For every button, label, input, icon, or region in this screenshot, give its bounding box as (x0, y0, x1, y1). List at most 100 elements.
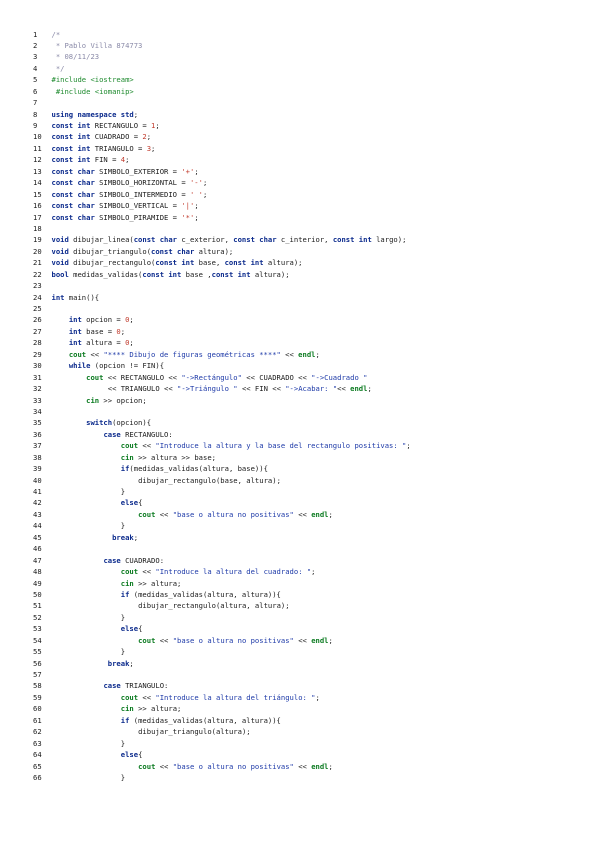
code-token: const char (51, 189, 95, 199)
code-line: 20 void dibujar_triangulo(const char altu… (33, 246, 411, 257)
code-token: '*' (181, 212, 195, 222)
code-token: (opcion){ (112, 418, 152, 428)
line-number: 56 (33, 658, 42, 668)
code-text: if(medidas_validas(altura, base)){ (52, 463, 268, 474)
line-number: 7 (33, 98, 38, 108)
code-token: ; (129, 315, 134, 325)
code-line: 58 case TRIANGULO: (33, 680, 411, 691)
code-token: << (138, 692, 156, 702)
code-token: '|' (181, 201, 195, 211)
code-line: 10 const int CUADRADO = 2; (33, 131, 411, 142)
code-token: const int (224, 258, 264, 268)
code-token: << (337, 384, 351, 394)
line-number: 14 (33, 178, 42, 188)
code-token: } (120, 738, 126, 748)
line-number: 36 (33, 429, 42, 439)
line-number: 55 (33, 647, 42, 657)
code-token: SIMBOLO_VERTICAL = (94, 201, 182, 211)
code-text: const int CUADRADO = 2; (52, 131, 152, 142)
code-token: "base o altura no positivas" (172, 761, 294, 771)
code-text: case RECTANGULO: (52, 429, 173, 440)
code-token: "base o altura no positivas" (172, 635, 294, 645)
code-line: 48 cout << "Introduce la altura del cuadr… (33, 566, 411, 577)
line-number: 3 (33, 52, 38, 62)
code-line: 33 cin >> opcion; (33, 395, 411, 406)
line-number: 11 (33, 143, 42, 153)
line-number: 8 (33, 109, 38, 119)
line-number: 51 (33, 601, 42, 611)
code-token: SIMBOLO_PIRAMIDE = (94, 212, 182, 222)
line-number: 10 (33, 132, 42, 142)
code-text: cout << RECTANGULO << "->Rectángulo" << … (52, 372, 368, 383)
code-token: TRIANGULO: (120, 681, 169, 691)
code-token: cout (138, 761, 156, 771)
code-token: } (120, 612, 126, 622)
code-token: { (138, 750, 143, 760)
line-number: 41 (33, 487, 42, 496)
line-number: 26 (33, 315, 42, 325)
code-text: dibujar_rectangulo(altura, altura); (52, 600, 289, 611)
code-token: << CUADRADO << (241, 372, 312, 382)
code-token: cout (120, 567, 139, 577)
code-text: cin >> opcion; (52, 395, 147, 406)
code-text: void dibujar_triangulo(const char altura… (52, 246, 234, 257)
code-text: cin >> altura; (52, 578, 182, 589)
code-token: dibujar_linea( (68, 235, 134, 245)
code-text: void dibujar_rectangulo(const int base, … (52, 257, 303, 268)
code-token: #include <iomanip> (51, 86, 134, 96)
code-token: endl (311, 761, 329, 771)
code-text: */ (52, 63, 65, 74)
line-number: 39 (33, 464, 42, 474)
code-line: 44} (33, 520, 411, 531)
code-text: #include <iostream> (52, 74, 134, 85)
code-line: 14 const char SIMBOLO_HORIZONTAL = '-'; (33, 177, 411, 188)
code-token: "Introduce la altura del triángulo: " (155, 692, 316, 702)
code-token: << TRIANGULO << (107, 384, 178, 394)
code-line: 16 const char SIMBOLO_VERTICAL = '|'; (33, 200, 411, 211)
code-token: RECTANGULO: (120, 429, 173, 439)
code-line: 59 cout << "Introduce la altura del trián… (33, 692, 411, 703)
code-token: ; (151, 143, 156, 153)
code-token: ; (311, 567, 316, 577)
code-token: ; (406, 441, 411, 451)
code-line: 63} (33, 738, 411, 749)
code-token: << (138, 441, 156, 451)
code-token: break (107, 658, 130, 668)
code-token: int (68, 315, 82, 325)
code-token: endl (311, 635, 329, 645)
code-text: const int FIN = 4; (52, 154, 130, 165)
code-token: endl (311, 509, 329, 519)
code-token: "->Cuadrado " (311, 372, 368, 382)
code-text: using namespace std; (52, 109, 139, 120)
line-number: 32 (33, 384, 42, 394)
code-token: } (120, 521, 126, 531)
code-token: cout (120, 441, 139, 451)
code-token: CUADRADO: (120, 555, 165, 565)
code-token: TRIANGULO = (90, 143, 147, 153)
code-line: 38 cin >> altura >> base; (33, 452, 411, 463)
code-text: << TRIANGULO << "->Triángulo " << FIN <<… (52, 383, 372, 394)
code-token: void (51, 258, 69, 268)
code-token: cin (120, 452, 134, 462)
code-token: using namespace std (51, 109, 134, 119)
code-line: 54 cout << "base o altura no positivas" <… (33, 635, 411, 646)
code-token: altura); (250, 269, 290, 279)
code-text: break; (52, 658, 134, 669)
code-token: const int (155, 258, 195, 268)
line-number: 18 (33, 223, 42, 233)
line-number: 16 (33, 201, 42, 211)
code-text: * 08/11/23 (52, 51, 99, 62)
code-token: dibujar_triangulo( (68, 246, 152, 256)
code-token: SIMBOLO_INTERMEDIO = (94, 189, 190, 199)
code-text: } (52, 520, 126, 531)
code-token: while (68, 361, 91, 371)
code-line: 26 int opcion = 0; (33, 314, 411, 325)
code-line: 35 switch(opcion){ (33, 417, 411, 428)
code-text: } (52, 646, 125, 657)
code-line: 51 dibujar_rectangulo(altura, altura); (33, 600, 411, 611)
code-token: const char (51, 201, 95, 211)
code-line: 25 (33, 303, 411, 314)
code-token: c_exterior, (177, 235, 234, 245)
code-token: ; (367, 384, 372, 394)
code-token: << (293, 635, 312, 645)
